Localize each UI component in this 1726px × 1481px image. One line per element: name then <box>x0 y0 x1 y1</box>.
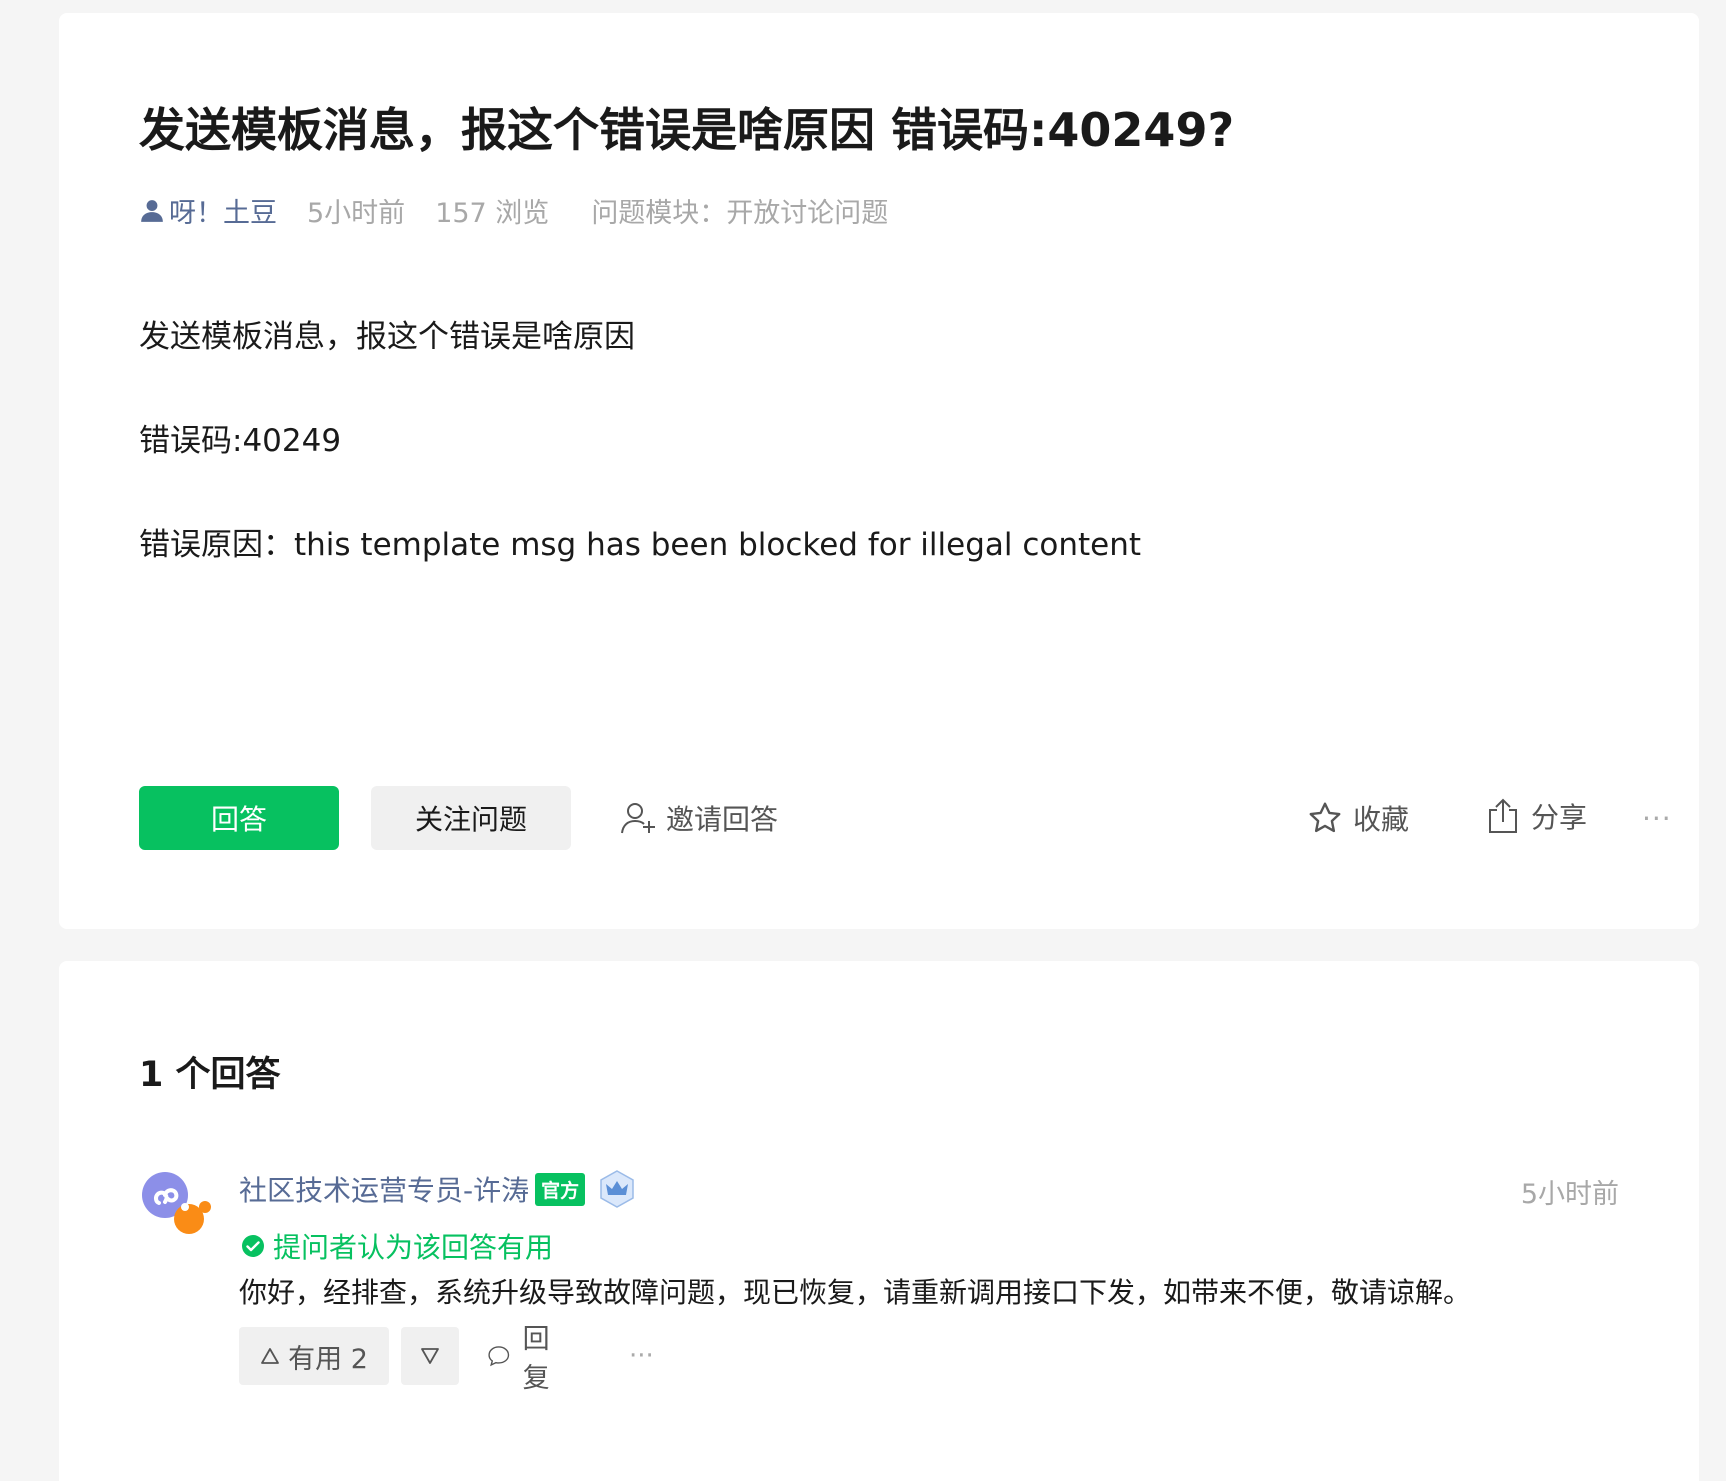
invite-answer-label: 邀请回答 <box>666 803 779 836</box>
question-time: 5小时前 <box>307 198 406 229</box>
triangle-down-icon <box>421 1348 439 1364</box>
share-icon <box>1489 798 1517 833</box>
answers-card: 1 个回答 社区技术运营专员-许涛 官方 5小时前 提问者认为该回答有用 你好，… <box>59 961 1699 1481</box>
official-badge: 官方 <box>535 1172 586 1206</box>
question-module-link[interactable]: 开放讨论问题 <box>726 191 888 230</box>
star-icon <box>1309 802 1341 833</box>
question-author-name: 呀！土豆 <box>169 198 277 229</box>
question-module-label: 问题模块： <box>591 198 727 229</box>
invite-answer-button[interactable]: 邀请回答 <box>620 786 778 850</box>
answers-count: 1 个回答 <box>139 1055 281 1095</box>
share-label: 分享 <box>1531 801 1588 834</box>
triangle-up-icon <box>261 1348 280 1364</box>
accepted-label: 提问者认为该回答有用 <box>273 1231 554 1264</box>
answer-author-name[interactable]: 社区技术运营专员-许涛 <box>239 1169 529 1209</box>
question-title: 发送模板消息，报这个错误是啥原因 错误码:40249? <box>139 103 1235 157</box>
question-card: 发送模板消息，报这个错误是啥原因 错误码:40249? 呀！土豆 5小时前 15… <box>59 13 1699 929</box>
answer-button[interactable]: 回答 <box>139 786 339 850</box>
favorite-button[interactable]: 收藏 <box>1307 786 1409 850</box>
downvote-button[interactable] <box>401 1327 459 1385</box>
crown-badge-icon <box>599 1170 635 1208</box>
reply-button[interactable]: 回复 <box>487 1324 560 1394</box>
add-user-icon <box>621 803 655 834</box>
follow-question-button[interactable]: 关注问题 <box>371 786 571 850</box>
answer-time: 5小时前 <box>1520 1179 1619 1210</box>
user-icon <box>141 199 163 222</box>
question-author[interactable]: 呀！土豆 <box>139 191 277 230</box>
check-circle-icon <box>242 1235 264 1257</box>
answer-content: 你好，经排查，系统升级导致故障问题，现已恢复，请重新调用接口下发，如带来不便，敬… <box>239 1276 1472 1309</box>
comment-icon <box>488 1346 510 1367</box>
question-body-paragraph: 错误原因：this template msg has been blocked … <box>139 527 1142 563</box>
favorite-label: 收藏 <box>1353 803 1410 836</box>
share-button[interactable]: 分享 <box>1487 784 1587 848</box>
mini-program-logo-icon <box>142 1172 211 1234</box>
answer-author: 社区技术运营专员-许涛 官方 <box>239 1169 635 1209</box>
question-body-paragraph: 错误码:40249 <box>139 423 342 459</box>
answer-more-button[interactable]: ··· <box>629 1327 654 1385</box>
avatar[interactable] <box>141 1171 213 1243</box>
useful-vote-button[interactable]: 有用 2 <box>239 1327 389 1385</box>
question-views: 157 浏览 <box>435 198 550 229</box>
question-actions: 回答 关注问题 邀请回答 收藏 分享 ··· <box>139 784 1671 850</box>
more-options-button[interactable]: ··· <box>1642 786 1672 850</box>
question-body-paragraph: 发送模板消息，报这个错误是啥原因 <box>139 319 635 355</box>
useful-vote-label: 有用 2 <box>288 1343 368 1375</box>
question-meta: 呀！土豆 5小时前 157 浏览 问题模块： 开放讨论问题 <box>139 191 888 230</box>
reply-label: 回复 <box>522 1324 550 1394</box>
accepted-indicator: 提问者认为该回答有用 <box>241 1226 553 1266</box>
